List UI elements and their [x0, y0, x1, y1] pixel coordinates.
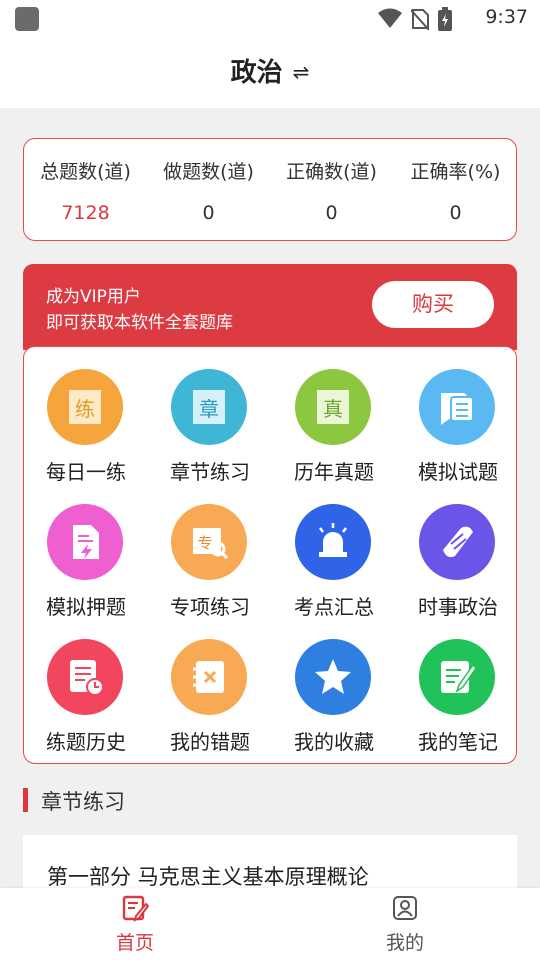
svg-text:章: 章: [199, 397, 219, 421]
grid-item-daily-practice[interactable]: 练 每日一练: [24, 359, 148, 493]
stat-value: 0: [449, 202, 462, 224]
grid-item-current-affairs[interactable]: 时事政治: [396, 494, 520, 628]
grid-item-my-notes[interactable]: 我的笔记: [396, 629, 520, 763]
stat-label: 正确率(%): [410, 161, 501, 183]
app-icon: [15, 7, 39, 31]
grid-item-label: 我的错题: [170, 730, 250, 754]
profile-icon: [393, 896, 417, 920]
feature-grid: 练 每日一练 章 章节练习 真 历年真题 模拟试题 模拟押题 专 专项练习 考点…: [23, 346, 517, 764]
past-exams-icon: 真: [295, 369, 371, 445]
bottom-tab-bar: 首页 我的: [0, 888, 540, 960]
wifi-icon: [378, 8, 402, 28]
stat-label: 做题数(道): [163, 161, 254, 183]
tab-label: 我的: [385, 932, 424, 954]
stats-card: 总题数(道) 7128 做题数(道) 0 正确数(道) 0 正确率(%) 0: [23, 138, 517, 241]
grid-item-label: 模拟试题: [418, 460, 498, 484]
stat-label: 总题数(道): [40, 161, 131, 183]
grid-item-label: 历年真题: [294, 460, 374, 484]
grid-item-practice-history[interactable]: 练题历史: [24, 629, 148, 763]
stat-value: 7128: [61, 202, 110, 224]
svg-text:真: 真: [323, 397, 343, 421]
stat-value: 0: [202, 202, 215, 224]
status-bar: 9:37: [0, 0, 540, 36]
vip-text-line2: 即可获取本软件全套题库: [46, 313, 233, 333]
tab-home[interactable]: 首页: [0, 888, 270, 960]
swap-icon: ⇌: [292, 60, 310, 84]
section-title: 章节练习: [41, 790, 125, 814]
grid-item-past-exams[interactable]: 真 历年真题: [272, 359, 396, 493]
status-time: 9:37: [485, 6, 528, 28]
grid-item-predicted-questions[interactable]: 模拟押题: [24, 494, 148, 628]
grid-item-label: 模拟押题: [46, 595, 126, 619]
grid-item-label: 我的笔记: [418, 730, 498, 754]
buy-button[interactable]: 购买: [372, 281, 494, 328]
svg-text:练: 练: [75, 397, 95, 421]
grid-item-label: 考点汇总: [294, 595, 374, 619]
page-title: 政治: [230, 58, 283, 88]
grid-item-my-mistakes[interactable]: 我的错题: [148, 629, 272, 763]
special-practice-icon: 专: [171, 504, 247, 580]
svg-text:专: 专: [197, 534, 212, 552]
tab-mine[interactable]: 我的: [270, 888, 540, 960]
grid-item-label: 我的收藏: [294, 730, 374, 754]
current-affairs-icon: [419, 504, 495, 580]
key-points-icon: [295, 504, 371, 580]
grid-item-label: 专项练习: [170, 595, 250, 619]
my-notes-icon: [419, 639, 495, 715]
mock-exam-icon: [419, 369, 495, 445]
stat-label: 正确数(道): [286, 161, 377, 183]
grid-item-mock-exam[interactable]: 模拟试题: [396, 359, 520, 493]
tab-label: 首页: [115, 932, 154, 954]
predicted-questions-icon: [47, 504, 123, 580]
subject-switcher[interactable]: 政治 ⇌: [0, 52, 540, 89]
vip-banner: 成为VIP用户 即可获取本软件全套题库 购买: [23, 264, 517, 350]
grid-item-key-points[interactable]: 考点汇总: [272, 494, 396, 628]
grid-item-special-practice[interactable]: 专 专项练习: [148, 494, 272, 628]
chapter-practice-icon: 章: [171, 369, 247, 445]
daily-practice-icon: 练: [47, 369, 123, 445]
section-accent-bar: [23, 788, 28, 812]
grid-item-label: 练题历史: [46, 730, 126, 754]
no-sim-icon: [411, 9, 429, 30]
grid-item-label: 章节练习: [170, 460, 250, 484]
chapter-list-item[interactable]: 第一部分 马克思主义基本原理概论: [23, 835, 517, 895]
grid-item-label: 每日一练: [46, 460, 126, 484]
header: 政治 ⇌: [0, 36, 540, 108]
battery-icon: [438, 7, 452, 31]
grid-item-chapter-practice[interactable]: 章 章节练习: [148, 359, 272, 493]
stat-value: 0: [325, 202, 338, 224]
grid-item-my-favorites[interactable]: 我的收藏: [272, 629, 396, 763]
chapter-title: 第一部分 马克思主义基本原理概论: [47, 865, 369, 889]
vip-text-line1: 成为VIP用户: [46, 287, 141, 307]
my-favorites-icon: [295, 639, 371, 715]
home-edit-icon: [122, 895, 149, 922]
grid-item-label: 时事政治: [418, 595, 498, 619]
my-mistakes-icon: [171, 639, 247, 715]
practice-history-icon: [47, 639, 123, 715]
